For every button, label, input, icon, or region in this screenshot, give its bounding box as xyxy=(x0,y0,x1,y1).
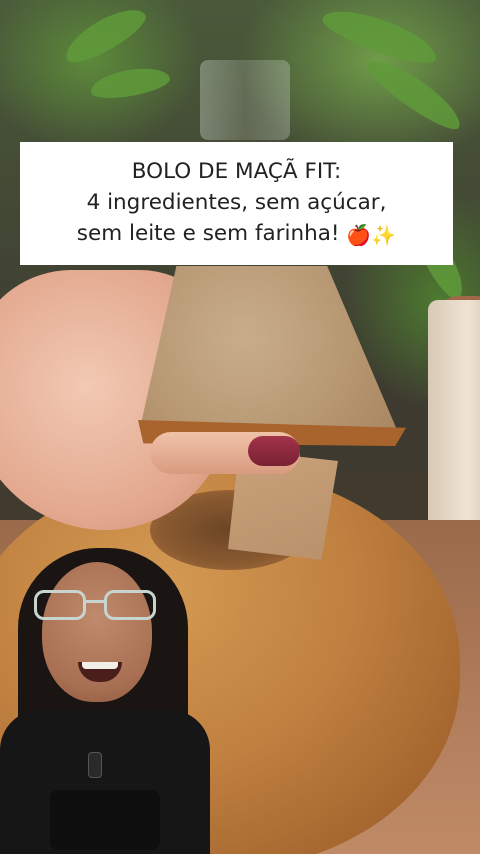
presenter-overlay xyxy=(0,540,215,854)
glass-jar xyxy=(200,60,290,140)
thumbnail-painted xyxy=(248,436,300,466)
lapel-mic xyxy=(88,752,102,778)
caption-title: BOLO DE MAÇÃ FIT: xyxy=(131,159,342,184)
caption-line-3-wrapper: sem leite e sem farinha! 🍎✨ xyxy=(26,218,447,249)
glasses-icon xyxy=(34,590,162,620)
sparkles-icon: ✨ xyxy=(371,223,397,247)
caption-line-2: 4 ingredientes, sem açúcar, xyxy=(86,190,387,215)
canister xyxy=(428,300,480,530)
glasses-bridge xyxy=(84,600,106,603)
presenter-teeth xyxy=(82,662,118,669)
glasses-lens-left xyxy=(34,590,86,620)
caption-line-3: sem leite e sem farinha! xyxy=(76,221,340,246)
caption-box: BOLO DE MAÇÃ FIT: 4 ingredientes, sem aç… xyxy=(20,142,453,265)
apron xyxy=(50,790,160,850)
apple-icon: 🍎 xyxy=(346,223,372,247)
glasses-lens-right xyxy=(104,590,156,620)
